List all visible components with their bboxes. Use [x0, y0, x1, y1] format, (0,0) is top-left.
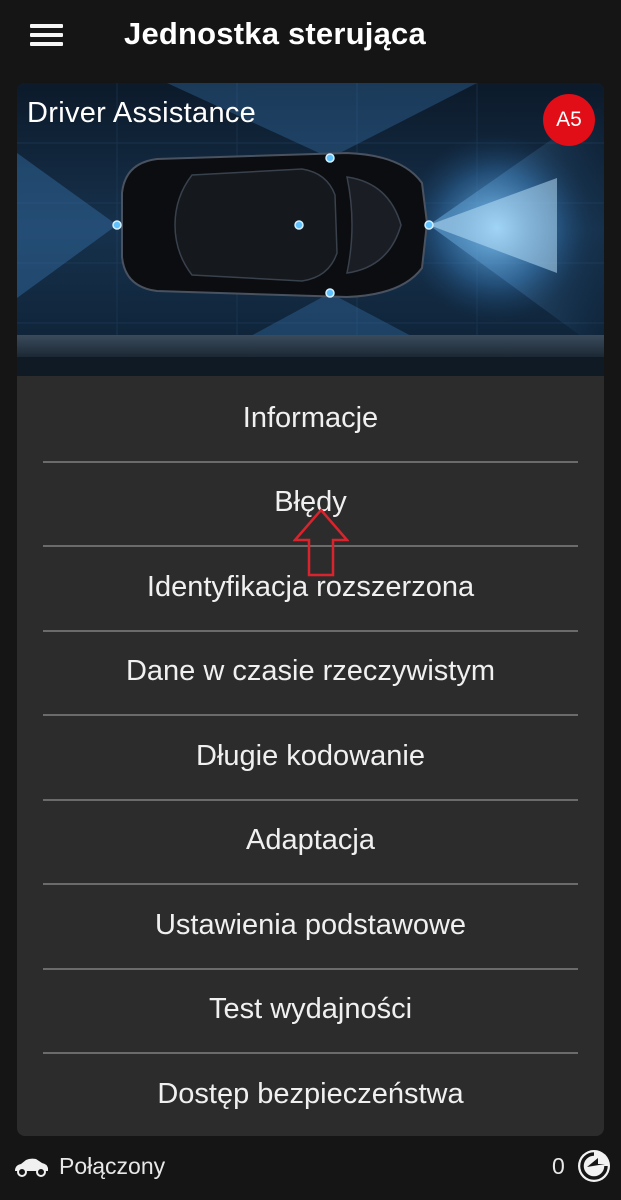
menu-item-label: Błędy: [274, 486, 347, 519]
refresh-icon[interactable]: [574, 1146, 614, 1186]
module-card: Driver Assistance A5 Informacje Błędy Id…: [17, 83, 604, 1136]
menu-item-label: Długie kodowanie: [196, 739, 425, 772]
menu-item-label: Dostęp bezpieczeństwa: [157, 1077, 464, 1110]
menu-item-ustawienia-podstawowe[interactable]: Ustawienia podstawowe: [17, 883, 604, 968]
menu-item-label: Adaptacja: [246, 824, 375, 857]
error-count: 0: [552, 1153, 565, 1179]
menu-item-dostep-bezpieczenstwa[interactable]: Dostęp bezpieczeństwa: [17, 1052, 604, 1136]
page-title: Jednostka sterująca: [124, 16, 426, 51]
menu-item-label: Informacje: [242, 401, 379, 434]
menu-item-bledy[interactable]: Błędy: [17, 460, 604, 546]
menu-item-adaptacja[interactable]: Adaptacja: [17, 798, 604, 884]
menu-item-label: Identyfikacja rozszerzona: [146, 570, 475, 603]
hamburger-menu-icon[interactable]: [30, 24, 66, 50]
menu-item-test-wydajnosci[interactable]: Test wydajności: [17, 967, 604, 1053]
menu-item-label: Test wydajności: [208, 993, 413, 1026]
app-bar: Jednostka sterująca: [0, 0, 621, 80]
status-bar: Połączony 0: [0, 1138, 621, 1200]
menu-item-dlugie-kodowanie[interactable]: Długie kodowanie: [17, 714, 604, 799]
menu-item-informacje[interactable]: Informacje: [17, 376, 604, 461]
menu-item-identyfikacja-rozszerzona[interactable]: Identyfikacja rozszerzona: [17, 545, 604, 630]
module-hero-image: Driver Assistance A5: [17, 83, 604, 376]
module-name: Driver Assistance: [27, 97, 257, 129]
car-icon: [15, 1158, 48, 1177]
connection-status: Połączony: [59, 1153, 166, 1179]
function-menu: Informacje Błędy Identyfikacja rozszerzo…: [17, 376, 604, 1136]
menu-item-dane-w-czasie-rzeczywistym[interactable]: Dane w czasie rzeczywistym: [17, 629, 604, 715]
module-address-badge: A5: [543, 94, 595, 146]
menu-item-label: Dane w czasie rzeczywistym: [125, 655, 496, 688]
menu-item-label: Ustawienia podstawowe: [154, 908, 467, 941]
